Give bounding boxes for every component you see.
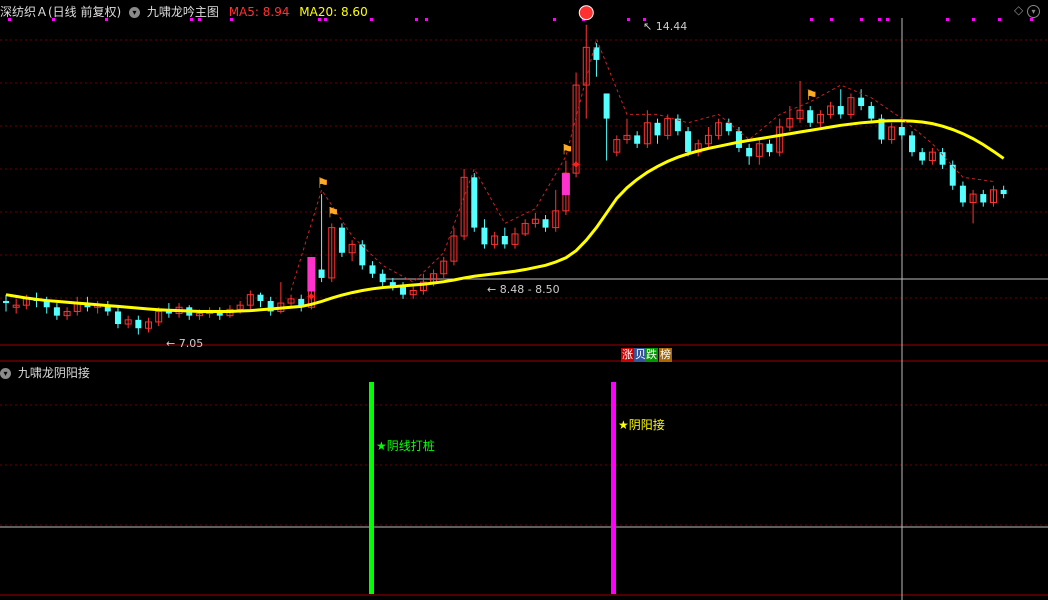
candle-body: [359, 244, 366, 266]
stock-title[interactable]: 深纺织Ａ(日线 前复权): [0, 5, 121, 19]
ma5-label: MA5: 8.94: [228, 5, 290, 19]
runner-icon: ⚑: [327, 205, 340, 221]
candle-body: [654, 122, 661, 136]
candle-body: [501, 236, 508, 245]
candle-body: [685, 131, 692, 153]
badge-die[interactable]: 跌: [645, 348, 658, 362]
candle-body: [481, 227, 488, 245]
settings-controls: ◇ ▾: [1014, 3, 1041, 18]
indicator-menu-icon[interactable]: ▾: [129, 7, 141, 18]
top-signal-tick: [972, 18, 975, 21]
candle-body: [318, 269, 325, 278]
badge-bang[interactable]: 榜: [659, 348, 672, 362]
candle-body: [369, 265, 376, 274]
top-signal-tick: [553, 18, 556, 21]
top-signal-tick: [627, 18, 630, 21]
top-signal-tick: [878, 18, 881, 21]
candle-body: [837, 106, 844, 115]
price-high-label: ↖ 14.44: [643, 20, 688, 33]
candle-body: [542, 219, 549, 228]
runner-icon: ⚑: [805, 88, 818, 104]
signal-bar-main: [561, 173, 570, 196]
price-low-label: ← 7.05: [166, 337, 204, 350]
candle-body: [593, 47, 600, 60]
candle-body: [471, 177, 478, 228]
candle-body: [257, 294, 264, 301]
sub-panel-header: ▾ 九啸龙阴阳接: [0, 364, 90, 381]
ma20-label: MA20: 8.60: [299, 5, 368, 19]
top-signal-tick: [415, 18, 418, 21]
candle-body: [114, 311, 121, 325]
top-signal-tick: [886, 18, 889, 21]
top-signal-tick: [998, 18, 1001, 21]
top-signal-tick: [1030, 18, 1033, 21]
candle-body: [725, 122, 732, 132]
candle-body: [980, 194, 987, 203]
top-signal-tick: [860, 18, 863, 21]
sub-indicator-menu-icon[interactable]: ▾: [0, 368, 11, 379]
top-signal-tick: [370, 18, 373, 21]
diamond-icon[interactable]: ◇: [1014, 3, 1023, 17]
candle-body: [939, 152, 946, 165]
badge-zhang[interactable]: 涨: [621, 348, 634, 362]
chevron-down-icon[interactable]: ▾: [1027, 5, 1041, 18]
trend-line: [290, 37, 994, 291]
rocket-icon: ✦: [570, 157, 582, 173]
candle-body: [634, 135, 641, 144]
candle-body: [868, 106, 875, 119]
runner-icon: ⚑: [561, 143, 574, 159]
signal-bar-sub: [369, 382, 374, 594]
rocket-icon: ✦: [305, 289, 317, 305]
top-signal-tick: [830, 18, 833, 21]
top-signal-tick: [946, 18, 949, 21]
top-signal-tick: [425, 18, 428, 21]
ball-icon: [578, 5, 594, 21]
candle-body: [53, 307, 60, 316]
main-indicator-name[interactable]: 九啸龙吟主图: [147, 5, 219, 19]
runner-icon: ⚑: [317, 176, 330, 192]
signal-bar-sub: [611, 382, 616, 594]
candle-body: [959, 185, 966, 203]
signal-label-yinxian: ★阴线打桩: [376, 439, 435, 453]
signal-bar-main: [307, 256, 316, 292]
candle-body: [1000, 189, 1007, 195]
candle-body: [338, 227, 345, 253]
signal-label-yinyang: ★阴阳接: [618, 418, 665, 432]
candle-body: [919, 152, 926, 161]
candle-body: [909, 135, 916, 153]
top-signal-tick: [810, 18, 813, 21]
candle-body: [898, 127, 905, 136]
candle-body: [135, 319, 142, 329]
sub-indicator-name[interactable]: 九啸龙阴阳接: [18, 366, 90, 380]
candle-body: [858, 97, 865, 107]
candle-body: [735, 131, 742, 148]
chart-header: 深纺织Ａ(日线 前复权) ▾ 九啸龙吟主图 MA5: 8.94 MA20: 8.…: [0, 3, 368, 20]
candle-body: [379, 273, 386, 283]
range-label: ← 8.48 - 8.50: [487, 283, 560, 296]
candle-body: [746, 147, 753, 157]
candle-body: [807, 110, 814, 123]
candle-body: [603, 93, 610, 119]
candle-body: [3, 300, 9, 304]
candle-body: [766, 143, 773, 153]
chart-canvas[interactable]: ✦✦⚑⚑⚑⚑: [0, 0, 1048, 600]
